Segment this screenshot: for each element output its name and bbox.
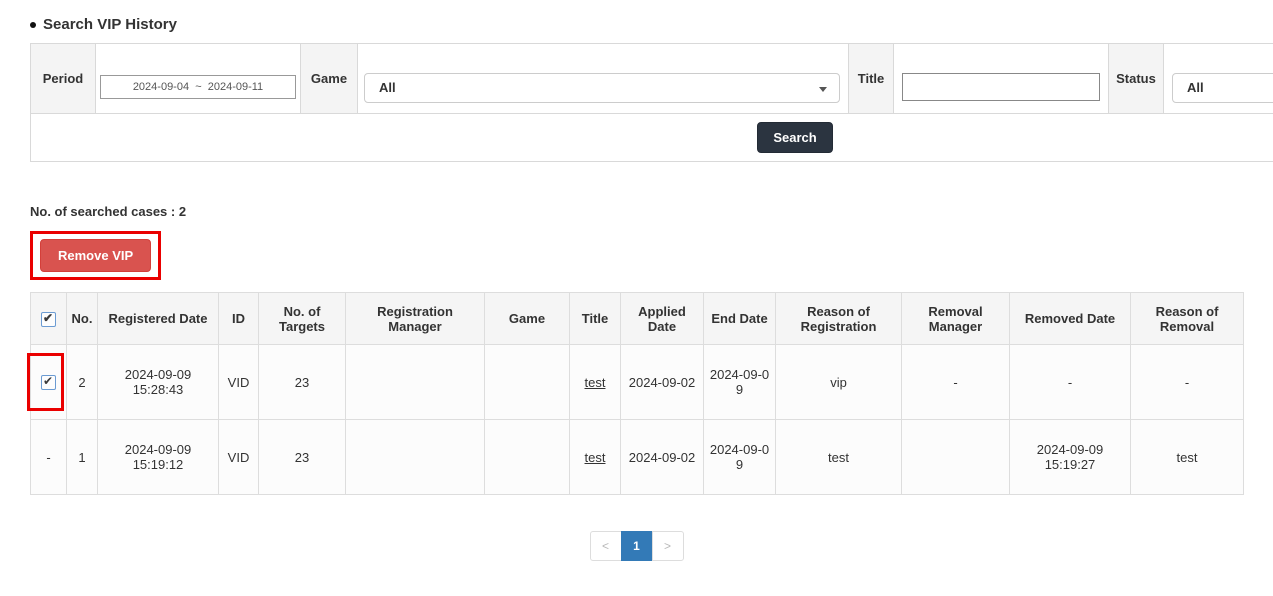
cell-no: 1: [67, 420, 98, 495]
col-header-title: Title: [570, 293, 621, 345]
cell-reason-of-registration: test: [776, 420, 902, 495]
col-header-end-date: End Date: [704, 293, 776, 345]
cell-no-of-targets: 23: [259, 345, 346, 420]
cell-applied-date: 2024-09-02: [621, 345, 704, 420]
page-title: Search VIP History: [30, 16, 1273, 33]
cell-id: VID: [219, 420, 259, 495]
cell-title: test: [570, 420, 621, 495]
col-header-registered-date: Registered Date: [98, 293, 219, 345]
title-label: Title: [849, 44, 894, 114]
cell-end-date: 2024-09-09: [704, 345, 776, 420]
pagination-next-button[interactable]: >: [652, 531, 684, 561]
cell-registration-manager: [346, 420, 485, 495]
cell-applied-date: 2024-09-02: [621, 420, 704, 495]
pagination: < 1 >: [30, 531, 1243, 561]
cell-reason-of-registration: vip: [776, 345, 902, 420]
period-label: Period: [31, 44, 96, 114]
cell-removal-manager: -: [902, 345, 1010, 420]
cell-registration-manager: [346, 345, 485, 420]
status-label: Status: [1109, 44, 1164, 114]
search-form: Period Game All Title Status All Search: [30, 43, 1273, 162]
table-header-row: No. Registered Date ID No. of Targets Re…: [31, 293, 1244, 345]
col-header-removed-date: Removed Date: [1010, 293, 1131, 345]
pagination-prev-button[interactable]: <: [590, 531, 622, 561]
title-link[interactable]: test: [585, 375, 606, 390]
select-all-checkbox[interactable]: [41, 312, 56, 327]
table-row: 2 2024-09-09 15:28:43 VID 23 test 2024-0…: [31, 345, 1244, 420]
cell-reason-of-removal: -: [1131, 345, 1244, 420]
cell-removal-manager: [902, 420, 1010, 495]
col-header-reason-of-registration: Reason of Registration: [776, 293, 902, 345]
cell-title: test: [570, 345, 621, 420]
cell-select: [31, 345, 67, 420]
status-select-value: All: [1187, 80, 1204, 95]
search-button[interactable]: Search: [757, 122, 832, 153]
col-header-applied-date: Applied Date: [621, 293, 704, 345]
search-result-count: No. of searched cases : 2: [30, 204, 1273, 219]
title-link[interactable]: test: [585, 450, 606, 465]
remove-vip-button[interactable]: Remove VIP: [40, 239, 151, 272]
game-select-value: All: [379, 80, 396, 95]
cell-game: [485, 345, 570, 420]
col-header-game: Game: [485, 293, 570, 345]
select-all-header: [31, 293, 67, 345]
cell-registered-date: 2024-09-09 15:19:12: [98, 420, 219, 495]
game-label: Game: [301, 44, 358, 114]
col-header-removal-manager: Removal Manager: [902, 293, 1010, 345]
cell-reason-of-removal: test: [1131, 420, 1244, 495]
cell-removed-date: 2024-09-09 15:19:27: [1010, 420, 1131, 495]
col-header-registration-manager: Registration Manager: [346, 293, 485, 345]
table-row: - 1 2024-09-09 15:19:12 VID 23 test 2024…: [31, 420, 1244, 495]
status-select[interactable]: All: [1172, 73, 1273, 103]
col-header-no: No.: [67, 293, 98, 345]
cell-select: -: [31, 420, 67, 495]
results-table: No. Registered Date ID No. of Targets Re…: [30, 292, 1244, 495]
period-range-input[interactable]: [100, 75, 296, 99]
cell-end-date: 2024-09-09: [704, 420, 776, 495]
pagination-page-1[interactable]: 1: [621, 531, 653, 561]
bullet-icon: [30, 22, 36, 28]
page-title-text: Search VIP History: [43, 16, 177, 33]
cell-removed-date: -: [1010, 345, 1131, 420]
title-input[interactable]: [902, 73, 1100, 101]
cell-game: [485, 420, 570, 495]
col-header-reason-of-removal: Reason of Removal: [1131, 293, 1244, 345]
col-header-no-of-targets: No. of Targets: [259, 293, 346, 345]
col-header-id: ID: [219, 293, 259, 345]
remove-vip-highlight-annotation: Remove VIP: [30, 231, 161, 280]
row-checkbox[interactable]: [41, 375, 56, 390]
cell-id: VID: [219, 345, 259, 420]
chevron-down-icon: [819, 87, 827, 92]
cell-registered-date: 2024-09-09 15:28:43: [98, 345, 219, 420]
cell-no: 2: [67, 345, 98, 420]
cell-no-of-targets: 23: [259, 420, 346, 495]
game-select[interactable]: All: [364, 73, 840, 103]
